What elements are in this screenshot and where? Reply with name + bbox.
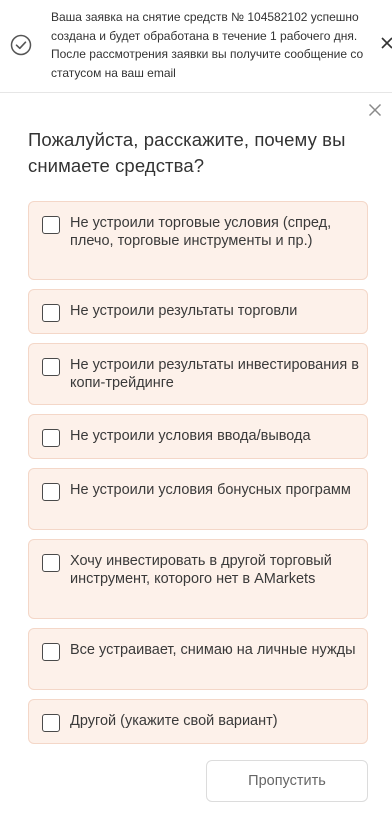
checkbox[interactable] bbox=[42, 483, 60, 501]
option-label: Не устроили результаты торговли bbox=[70, 303, 298, 319]
withdrawal-notification: Ваша заявка на снятие средств № 10458210… bbox=[0, 0, 392, 90]
checkbox[interactable] bbox=[42, 358, 60, 376]
checkbox[interactable] bbox=[42, 554, 60, 572]
option-label: Все устраивает, снимаю на личные нужды bbox=[70, 642, 356, 658]
option-label: Другой (укажите свой вариант) bbox=[70, 713, 278, 729]
reason-option-copy-trading-results[interactable]: Не устроили результаты инвестирования в … bbox=[28, 343, 368, 405]
check-circle-icon bbox=[10, 34, 32, 56]
skip-button[interactable]: Пропустить bbox=[206, 760, 368, 802]
checkbox[interactable] bbox=[42, 714, 60, 732]
reason-option-deposit-withdrawal[interactable]: Не устроили условия ввода/вывода bbox=[28, 414, 368, 459]
close-icon[interactable] bbox=[368, 103, 382, 117]
reason-option-bonus-programs[interactable]: Не устроили условия бонусных программ bbox=[28, 468, 368, 530]
page-title: Пожалуйста, расскажите, почему вы снимае… bbox=[28, 129, 346, 176]
option-label: Не устроили условия бонусных программ bbox=[70, 482, 351, 498]
reason-option-other-instrument[interactable]: Хочу инвестировать в другой торговый инс… bbox=[28, 539, 368, 619]
reason-option-other[interactable]: Другой (укажите свой вариант) bbox=[28, 699, 368, 744]
checkbox[interactable] bbox=[42, 429, 60, 447]
reason-option-trading-conditions[interactable]: Не устроили торговые условия (спред, пле… bbox=[28, 201, 368, 280]
option-label: Не устроили условия ввода/вывода bbox=[70, 428, 311, 444]
checkbox[interactable] bbox=[42, 216, 60, 234]
option-label: Не устроили результаты инвестирования в … bbox=[70, 357, 359, 391]
checkbox[interactable] bbox=[42, 304, 60, 322]
option-label: Хочу инвестировать в другой торговый инс… bbox=[70, 553, 332, 587]
checkbox[interactable] bbox=[42, 643, 60, 661]
option-label: Не устроили торговые условия (спред, пле… bbox=[70, 215, 332, 249]
divider bbox=[0, 92, 392, 93]
reason-option-personal-needs[interactable]: Все устраивает, снимаю на личные нужды bbox=[28, 628, 368, 690]
reason-option-trading-results[interactable]: Не устроили результаты торговли bbox=[28, 289, 368, 334]
notification-message: Ваша заявка на снятие средств № 10458210… bbox=[51, 10, 364, 80]
close-icon[interactable] bbox=[380, 33, 392, 53]
